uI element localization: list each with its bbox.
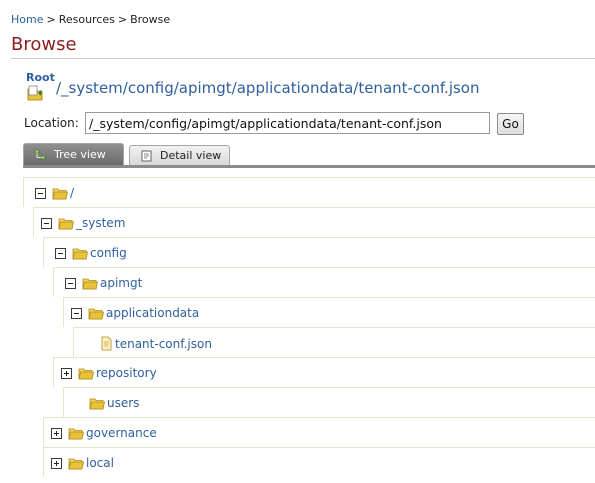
tree-node-label[interactable]: apimgt <box>100 276 142 290</box>
tree-row: users <box>63 387 595 417</box>
breadcrumb-resources[interactable]: Resources <box>59 13 115 26</box>
go-button[interactable]: Go <box>497 113 524 135</box>
tree-node-label[interactable]: config <box>90 246 127 260</box>
tree-node: applicationdata <box>71 306 199 320</box>
expand-icon[interactable] <box>51 427 62 439</box>
tab-label: Detail view <box>160 149 222 162</box>
folder-icon <box>52 188 68 200</box>
root-link[interactable]: Root <box>26 71 55 84</box>
folder-icon <box>58 218 74 230</box>
collapse-icon[interactable] <box>55 247 66 259</box>
tree-node: repository <box>61 366 157 380</box>
folder-icon <box>72 248 88 260</box>
tree-row: tenant-conf.json <box>73 327 595 357</box>
folder-icon <box>89 398 105 410</box>
tree-node: apimgt <box>65 276 142 290</box>
expand-icon[interactable] <box>61 367 72 379</box>
folder-icon <box>88 308 104 320</box>
breadcrumb-current: Browse <box>130 13 171 26</box>
tree-node: config <box>55 246 127 260</box>
folder-icon <box>68 428 84 440</box>
tab-label: Tree view <box>54 148 106 161</box>
location-label: Location: <box>24 116 79 130</box>
json-file-icon <box>101 336 112 351</box>
collapse-icon[interactable] <box>41 217 52 229</box>
folder-icon <box>78 368 94 380</box>
breadcrumb-separator: > <box>46 13 56 26</box>
tab-detail-view[interactable]: Detail view <box>129 145 230 165</box>
tree-node-label[interactable]: governance <box>86 426 157 440</box>
tree-node: / <box>35 186 74 200</box>
tree-row: repository <box>53 357 595 387</box>
tree-node: users <box>89 396 139 410</box>
collapse-icon[interactable] <box>65 277 76 289</box>
tab-bar-underline <box>23 165 595 168</box>
go-up-icon[interactable] <box>27 85 43 101</box>
detail-view-icon <box>141 150 152 161</box>
tree-node: local <box>51 456 114 470</box>
resource-path-link[interactable]: /_system/config/apimgt/applicationdata/t… <box>56 79 480 97</box>
folder-icon <box>68 458 84 470</box>
tree-node: tenant-conf.json <box>99 336 212 351</box>
folder-icon <box>82 278 98 290</box>
expand-icon[interactable] <box>51 457 62 469</box>
breadcrumb: Home > Resources > Browse <box>11 13 170 26</box>
tree-node: governance <box>51 426 157 440</box>
location-input[interactable] <box>85 112 490 134</box>
tree-row: _system <box>33 207 595 237</box>
tree-view-icon <box>34 149 46 159</box>
tree-row: apimgt <box>53 267 595 297</box>
tree-node-label[interactable]: applicationdata <box>106 306 199 320</box>
title-divider <box>11 58 595 59</box>
tree-row: / <box>23 177 595 207</box>
tree-node-label[interactable]: / <box>70 186 74 200</box>
tree-node-label[interactable]: _system <box>76 216 125 230</box>
tree-node-label[interactable]: repository <box>96 366 157 380</box>
tree-row: local <box>43 447 595 477</box>
collapse-icon[interactable] <box>35 187 46 199</box>
tree-node: _system <box>41 216 125 230</box>
tab-tree-view[interactable]: Tree view <box>23 143 124 165</box>
tree-row: governance <box>43 417 595 447</box>
tree-node-label[interactable]: local <box>86 456 114 470</box>
tree-row: config <box>43 237 595 267</box>
tree-node-label[interactable]: users <box>107 396 139 410</box>
breadcrumb-home-link[interactable]: Home <box>11 13 43 26</box>
page-title: Browse <box>11 34 77 55</box>
breadcrumb-separator: > <box>117 13 128 26</box>
tree-row: applicationdata <box>63 297 595 327</box>
tree-node-label[interactable]: tenant-conf.json <box>115 337 212 351</box>
collapse-icon[interactable] <box>71 307 82 319</box>
